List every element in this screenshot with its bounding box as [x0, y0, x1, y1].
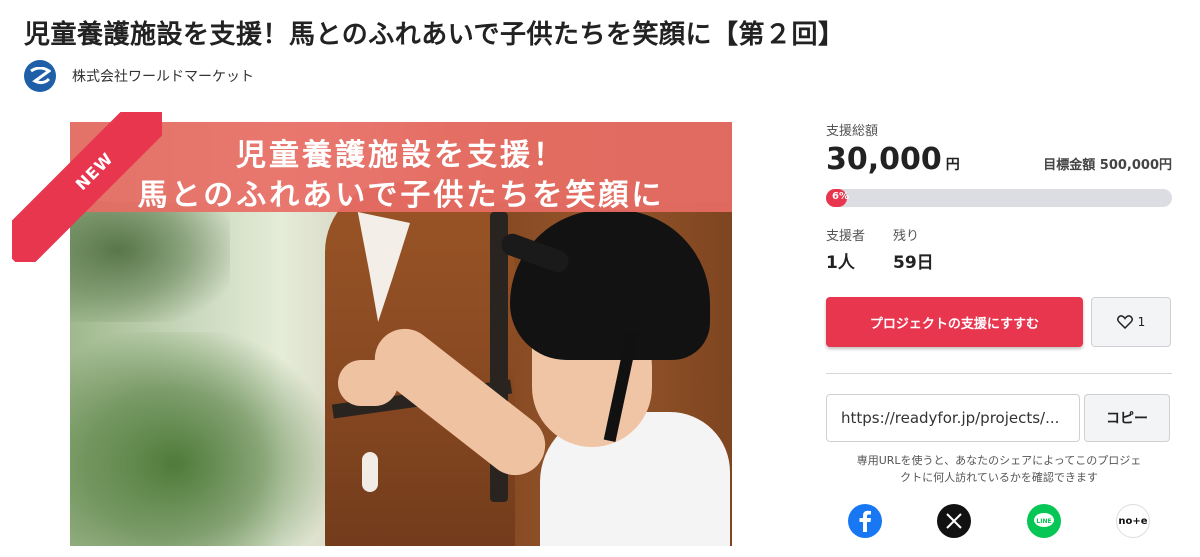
heart-icon: [1116, 315, 1133, 329]
total-unit: 円: [945, 157, 960, 173]
owner-name[interactable]: 株式会社ワールドマーケット: [72, 66, 254, 86]
actions: プロジェクトの支援にすすむ 1: [826, 297, 1172, 347]
total-amount: 30,000: [826, 142, 942, 177]
copy-button[interactable]: コピー: [1084, 394, 1170, 442]
amount-row: 30,000 円 目標金額 500,000円: [826, 142, 1172, 177]
new-ribbon: NEW: [12, 112, 162, 262]
favorite-count: 1: [1137, 315, 1146, 329]
total-label: 支援総額: [826, 124, 879, 139]
child-hand: [338, 360, 398, 406]
horse-nose-mark: [362, 452, 378, 492]
banner-line-2: 馬とのふれあいで子供たちを笑顔に: [137, 178, 665, 213]
x-icon[interactable]: [937, 504, 972, 538]
share-url-field[interactable]: https://readyfor.jp/projects/...: [826, 394, 1080, 442]
line-icon[interactable]: LINE: [1026, 504, 1061, 538]
banner-line-1: 児童養護施設を支援！: [236, 138, 566, 173]
stats: 支援者 1人 残り 59日: [826, 225, 1172, 273]
facebook-icon[interactable]: [848, 504, 882, 538]
note-icon[interactable]: no+e: [1115, 504, 1150, 538]
project-title: 児童養護施設を支援！馬とのふれあいで子供たちを笑顔に【第２回】: [24, 20, 845, 50]
svg-text:LINE: LINE: [1036, 518, 1051, 525]
goal-amount: 目標金額 500,000円: [1043, 158, 1172, 173]
divider: [826, 373, 1172, 374]
support-panel: 支援総額 30,000 円 目標金額 500,000円 6% 支援者 1人 残り …: [826, 120, 1172, 538]
remaining-value: 59日: [893, 253, 934, 273]
remaining-stat: 残り 59日: [893, 225, 934, 273]
progress-percent: 6%: [832, 191, 849, 202]
hero-grass: [70, 332, 330, 546]
progress-bar: 6%: [826, 189, 1172, 207]
hero-banner: 児童養護施設を支援！ 馬とのふれあいで子供たちを笑顔に: [70, 122, 732, 213]
supporters-stat: 支援者 1人: [826, 225, 865, 273]
remaining-label: 残り: [893, 229, 920, 244]
owner-logo-icon[interactable]: [24, 60, 56, 92]
favorite-button[interactable]: 1: [1091, 297, 1171, 347]
supporters-label: 支援者: [826, 229, 866, 244]
share-note-line-1: 専用URLを使うと、あなたのシェアによってこのプロジェ: [856, 454, 1142, 467]
share-url-row: https://readyfor.jp/projects/... コピー: [826, 394, 1172, 442]
share-note-line-2: クトに何人訪れているかを確認できます: [900, 471, 1098, 484]
social-share: LINE no+e: [826, 504, 1172, 538]
hero-image: 児童養護施設を支援！ 馬とのふれあいで子供たちを笑顔に: [70, 122, 732, 546]
owner[interactable]: 株式会社ワールドマーケット: [24, 60, 254, 92]
share-note: 専用URLを使うと、あなたのシェアによってこのプロジェ クトに何人訪れているかを…: [826, 452, 1172, 486]
new-badge: NEW: [12, 112, 162, 262]
supporters-value: 1人: [826, 253, 855, 273]
support-button[interactable]: プロジェクトの支援にすすむ: [826, 297, 1083, 347]
